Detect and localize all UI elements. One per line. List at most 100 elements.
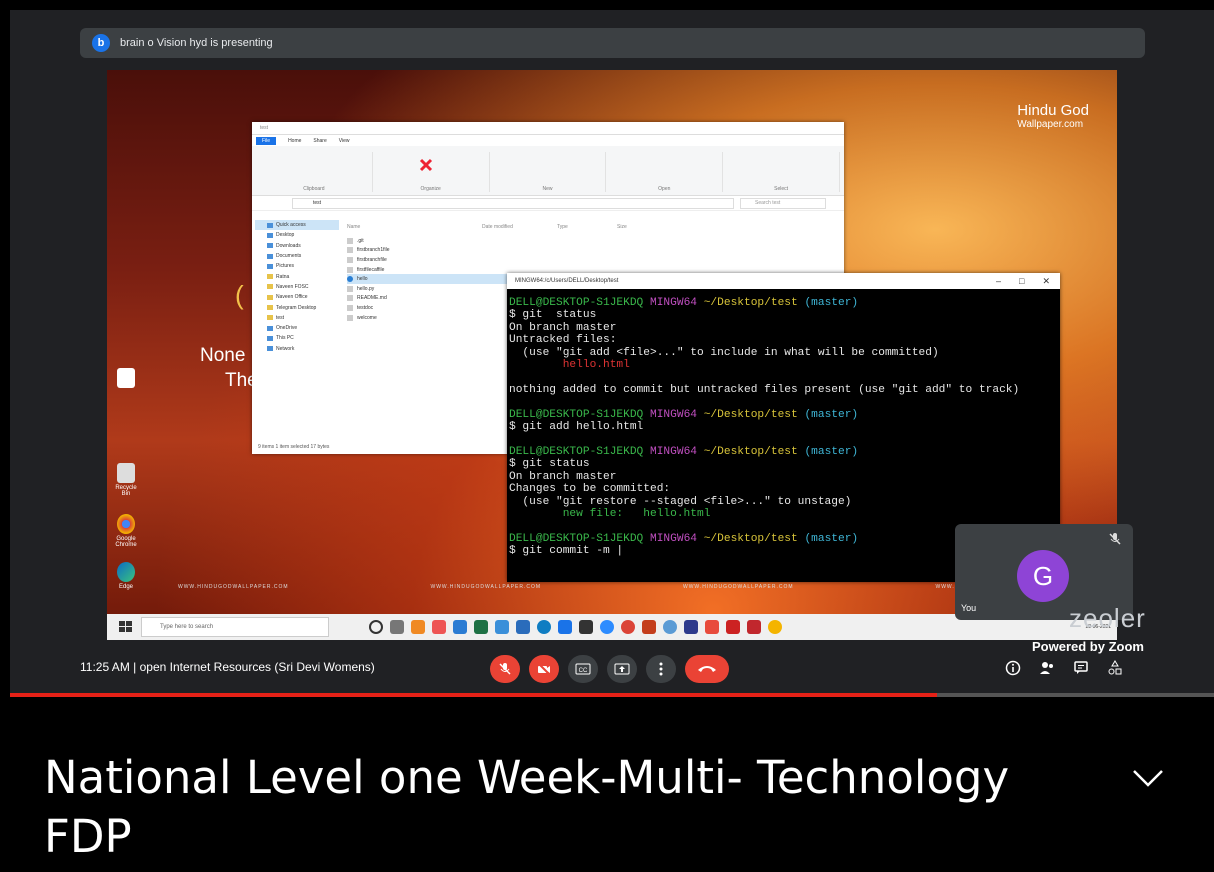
cortana-icon[interactable] xyxy=(369,620,383,634)
file-row[interactable]: firstbranch1file xyxy=(347,246,697,256)
svg-text:CC: CC xyxy=(579,668,588,674)
app-icon[interactable] xyxy=(684,620,698,634)
nav-item[interactable]: OneDrive xyxy=(255,323,339,333)
meeting-info: 11:25 AM | open Internet Resources (Sri … xyxy=(80,660,375,674)
excel-icon[interactable] xyxy=(474,620,488,634)
ribbon-group-new[interactable]: New xyxy=(490,152,607,192)
explorer-tab-file[interactable]: File xyxy=(256,136,277,145)
nav-label: test xyxy=(276,314,285,321)
untracked-file: hello.html xyxy=(509,359,630,372)
zoom-icon[interactable] xyxy=(600,620,614,634)
column-date[interactable]: Date modified xyxy=(482,224,557,230)
app-icon[interactable] xyxy=(768,620,782,634)
desktop-icon-chrome[interactable]: Google Chrome xyxy=(111,514,141,548)
captions-icon: CC xyxy=(575,663,591,675)
chrome-icon[interactable] xyxy=(621,620,635,634)
file-name: firstbranchfile xyxy=(357,256,387,263)
app-icon[interactable] xyxy=(411,620,425,634)
store-icon[interactable] xyxy=(579,620,593,634)
wallpaper-strip-text: WWW.HINDUGODWALLPAPER.COM xyxy=(177,584,289,590)
nav-item[interactable]: Downloads xyxy=(255,241,339,251)
word-icon[interactable] xyxy=(453,620,467,634)
app-icon[interactable] xyxy=(432,620,446,634)
file-icon xyxy=(347,304,353,311)
app-icon[interactable] xyxy=(663,620,677,634)
cloud-icon xyxy=(267,325,273,331)
desktop-icon-label: Recycle Bin xyxy=(115,485,137,497)
nav-label: Naveen FOSC xyxy=(276,283,309,290)
nav-item[interactable]: Quick access xyxy=(255,220,339,231)
ribbon-group-label: New xyxy=(542,186,553,192)
powerpoint-icon[interactable] xyxy=(642,620,656,634)
terminal-line: (use "git add <file>..." to include in w… xyxy=(509,346,939,359)
explorer-title: test xyxy=(260,125,269,131)
maximize-icon[interactable]: □ xyxy=(1019,276,1024,287)
nav-item[interactable]: Documents xyxy=(255,251,339,261)
folder-icon xyxy=(267,315,273,321)
search-placeholder: Search test xyxy=(755,200,781,206)
minimize-icon[interactable]: – xyxy=(996,276,1001,287)
folder-icon xyxy=(267,274,273,280)
prompt-path: ~/Desktop/test xyxy=(703,408,798,421)
ribbon-group-open[interactable]: Open xyxy=(606,152,724,192)
explorer-tab-home[interactable]: Home xyxy=(288,138,301,144)
nav-item[interactable]: test xyxy=(255,313,339,323)
present-button[interactable] xyxy=(607,655,637,683)
nav-label: Quick access xyxy=(276,222,306,229)
folder-icon xyxy=(267,232,273,238)
nav-item[interactable]: Desktop xyxy=(255,230,339,240)
folder-icon xyxy=(267,305,273,311)
explorer-ribbon: Clipboard Organize New Open Select xyxy=(252,146,844,196)
app-icon[interactable] xyxy=(495,620,509,634)
nav-item[interactable]: Pictures xyxy=(255,261,339,271)
address-bar[interactable]: test xyxy=(292,197,734,209)
people-icon[interactable] xyxy=(1039,660,1055,676)
activities-icon[interactable] xyxy=(1107,660,1123,676)
windows-start-icon[interactable] xyxy=(119,621,133,633)
app-icon[interactable] xyxy=(516,620,530,634)
task-view-icon[interactable] xyxy=(390,620,404,634)
column-name[interactable]: Name xyxy=(347,224,482,230)
ribbon-group-clipboard[interactable]: Clipboard xyxy=(256,152,373,192)
terminal-output[interactable]: DELL@DESKTOP-S1JEKDQ MINGW64 ~/Desktop/t… xyxy=(507,289,1060,558)
nav-item[interactable]: Ratna xyxy=(255,271,339,281)
folder-icon xyxy=(267,294,273,300)
nav-item[interactable]: This PC xyxy=(255,333,339,343)
explorer-tab-share[interactable]: Share xyxy=(313,138,326,144)
ribbon-group-select[interactable]: Select xyxy=(723,152,840,192)
mic-toggle-button[interactable] xyxy=(490,655,520,683)
delete-icon xyxy=(420,158,433,172)
app-icon[interactable] xyxy=(726,620,740,634)
close-icon[interactable]: ✕ xyxy=(1042,276,1050,287)
desktop-icon-file[interactable] xyxy=(111,368,141,390)
app-icon[interactable] xyxy=(558,620,572,634)
column-size[interactable]: Size xyxy=(617,224,627,230)
folder-icon xyxy=(267,263,273,269)
explorer-tab-view[interactable]: View xyxy=(339,138,350,144)
more-options-button[interactable] xyxy=(646,655,676,683)
file-row[interactable]: firstbranchfile xyxy=(347,255,697,265)
taskbar-search[interactable]: Type here to search xyxy=(141,617,329,637)
explorer-search-box[interactable]: Search test xyxy=(740,197,826,209)
file-name: README.md xyxy=(357,295,387,302)
camera-toggle-button[interactable] xyxy=(529,655,559,683)
app-icon[interactable] xyxy=(747,620,761,634)
app-icon[interactable] xyxy=(705,620,719,634)
nav-item[interactable]: Naveen Office xyxy=(255,292,339,302)
column-type[interactable]: Type xyxy=(557,224,617,230)
nav-item[interactable]: Naveen FOSC xyxy=(255,282,339,292)
desktop-icon-recycle-bin[interactable]: Recycle Bin xyxy=(111,463,141,497)
captions-button[interactable]: CC xyxy=(568,655,598,683)
file-icon xyxy=(347,237,353,244)
wallpaper-brand-line2: Wallpaper.com xyxy=(1017,119,1084,130)
file-row[interactable]: .git xyxy=(347,236,697,246)
nav-item[interactable]: Telegram Desktop xyxy=(255,302,339,312)
edge-icon[interactable] xyxy=(537,620,551,634)
file-name: testdoc xyxy=(357,304,374,311)
chat-icon[interactable] xyxy=(1073,660,1089,676)
chevron-down-icon[interactable] xyxy=(1131,766,1165,790)
ribbon-group-organize[interactable]: Organize xyxy=(373,152,490,192)
nav-item[interactable]: Network xyxy=(255,344,339,354)
leave-call-button[interactable] xyxy=(685,655,729,683)
info-icon[interactable] xyxy=(1005,660,1021,676)
